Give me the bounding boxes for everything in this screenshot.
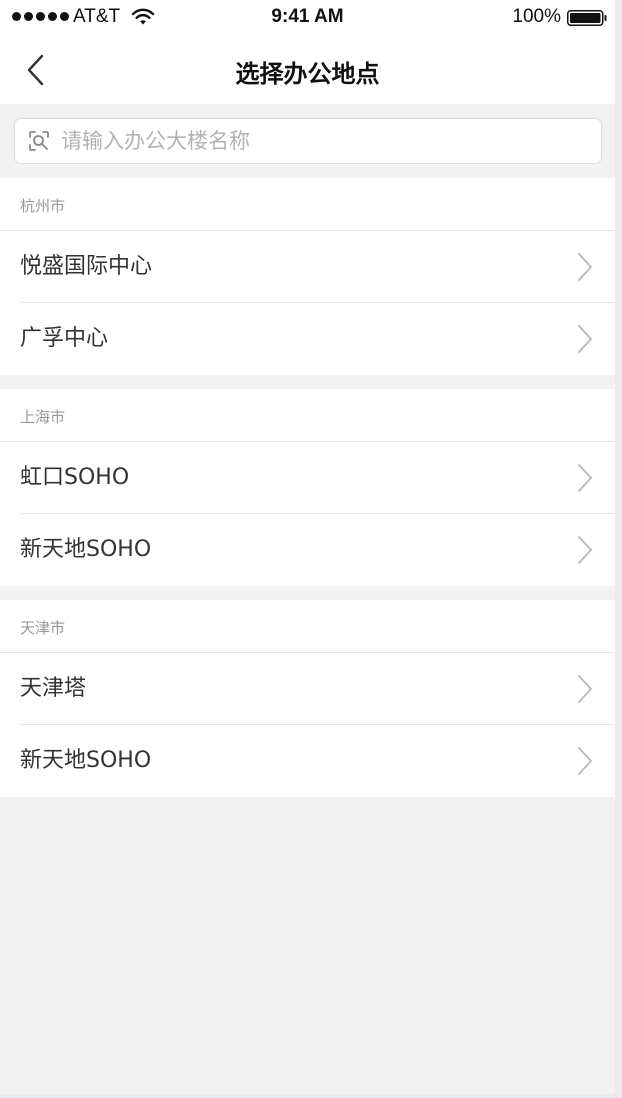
- chevron-right-icon: [578, 464, 592, 492]
- search-area: [0, 104, 615, 178]
- list-item-label: 悦盛国际中心: [20, 254, 153, 279]
- city-group-hangzhou: 杭州市 悦盛国际中心 广孚中心: [0, 178, 615, 375]
- list-item[interactable]: 新天地SOHO: [20, 725, 615, 797]
- chevron-right-icon: [578, 747, 592, 775]
- list-item-label: 虹口SOHO: [20, 465, 130, 490]
- city-group-tianjin: 天津市 天津塔 新天地SOHO: [0, 600, 615, 797]
- navigation-bar: 选择办公地点: [0, 36, 615, 104]
- chevron-right-icon: [578, 675, 592, 703]
- chevron-right-icon: [578, 325, 592, 353]
- list-item[interactable]: 新天地SOHO: [20, 514, 615, 586]
- list-item-label: 天津塔: [20, 676, 87, 701]
- city-header: 上海市: [0, 389, 615, 442]
- chevron-right-icon: [578, 536, 592, 564]
- list-item[interactable]: 虹口SOHO: [20, 442, 615, 514]
- list-item-label: 新天地SOHO: [20, 537, 152, 562]
- city-header: 天津市: [0, 600, 615, 653]
- city-group-shanghai: 上海市 虹口SOHO 新天地SOHO: [0, 389, 615, 586]
- screen: AT&T 9:41 AM 100% 选择办公地点 请输入办公大楼名称 杭州市 悦…: [0, 0, 615, 1094]
- search-box[interactable]: [14, 118, 602, 164]
- scan-icon: [29, 131, 49, 151]
- battery-icon: [567, 10, 607, 26]
- battery-percentage: 100%: [512, 6, 561, 27]
- list-item[interactable]: 广孚中心: [20, 303, 615, 375]
- list-item[interactable]: 悦盛国际中心: [20, 231, 615, 303]
- status-bar: AT&T 9:41 AM 100%: [0, 0, 615, 36]
- chevron-right-icon: [578, 253, 592, 281]
- city-header: 杭州市: [0, 178, 615, 231]
- page-title: 选择办公地点: [235, 60, 380, 88]
- list-item-label: 新天地SOHO: [20, 748, 152, 773]
- search-input[interactable]: [61, 121, 561, 161]
- list-item[interactable]: 天津塔: [20, 653, 615, 725]
- list-item-label: 广孚中心: [20, 326, 109, 351]
